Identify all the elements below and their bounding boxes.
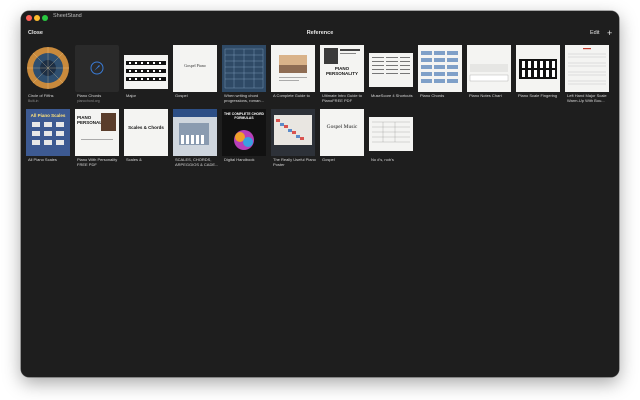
sheet-thumbnail: Gospel Piano — [173, 45, 217, 92]
sheet-thumbnail — [271, 109, 315, 156]
item-caption: Major — [126, 94, 137, 98]
item-caption: When writing chord progressions, roman..… — [224, 94, 264, 103]
item-caption: No #'s, nob's — [371, 158, 394, 162]
item-caption: Digital Handbook — [224, 158, 255, 162]
app-title: SheetStand — [53, 13, 82, 19]
minimize-window-button[interactable] — [34, 15, 40, 21]
edit-button[interactable]: Edit — [590, 30, 599, 36]
item-caption: Piano Chords — [420, 94, 445, 98]
item-caption: Piano With Personality FREE PDF — [77, 158, 118, 167]
toolbar: Close Reference Edit + — [21, 27, 619, 41]
app-window: SheetStand Close Reference Edit + Circle… — [21, 11, 619, 377]
view-title: Reference — [306, 30, 334, 36]
item-source: pianochord.org — [77, 99, 100, 103]
compass-icon — [75, 45, 119, 92]
circle-of-fifths-thumbnail — [26, 45, 70, 92]
item-caption: SCALES, CHORDS, ARPEGGIOS & CADE... — [175, 158, 219, 167]
item-caption: Gospel — [322, 158, 335, 162]
item-caption: Left Hand Major Scale Warm-Up With Bou..… — [567, 94, 607, 103]
sheet-thumbnail: Gospel Music — [320, 109, 364, 156]
item-caption: Gospel — [175, 94, 188, 98]
sheet-thumbnail — [222, 45, 266, 92]
item-caption: Piano Scale Fingering — [518, 94, 558, 98]
zoom-window-button[interactable] — [42, 15, 48, 21]
sheet-thumbnail: THE COMPLETE CHORD FORMULAS — [222, 109, 266, 156]
sheet-thumbnail: All Piano Scales — [26, 109, 70, 156]
sheet-thumbnail — [124, 55, 168, 89]
sheet-thumbnail — [418, 45, 462, 92]
item-caption: MuseScore 4 Shortcuts — [371, 94, 413, 98]
close-window-button[interactable] — [26, 15, 32, 21]
sheet-thumbnail — [467, 45, 511, 92]
item-caption: Scales & — [126, 158, 142, 162]
sheet-thumbnail — [516, 45, 560, 92]
title-bar: SheetStand — [21, 11, 619, 25]
item-caption: Piano Notes Chart — [469, 94, 502, 98]
sheet-thumbnail: Scales & Chords — [124, 109, 168, 156]
add-button[interactable]: + — [607, 27, 612, 39]
item-caption: Ultimate Intro Guide to PianoFREE PDF — [322, 94, 363, 103]
item-caption: A Complete Guide to — [273, 94, 310, 98]
item-caption: The Really Useful Piano Poster — [273, 158, 316, 167]
item-caption: All Piano Scales — [28, 158, 57, 162]
sheet-thumbnail — [271, 45, 315, 92]
sheet-thumbnail — [565, 45, 609, 92]
sheet-thumbnail — [369, 117, 413, 151]
sheet-thumbnail — [369, 53, 413, 87]
sheet-thumbnail: PIANO PERSONALITY — [320, 45, 364, 92]
sheet-thumbnail — [173, 109, 217, 156]
item-source: Built-in — [28, 99, 39, 103]
sheet-thumbnail: PIANO PERSONALITY — [75, 109, 119, 156]
